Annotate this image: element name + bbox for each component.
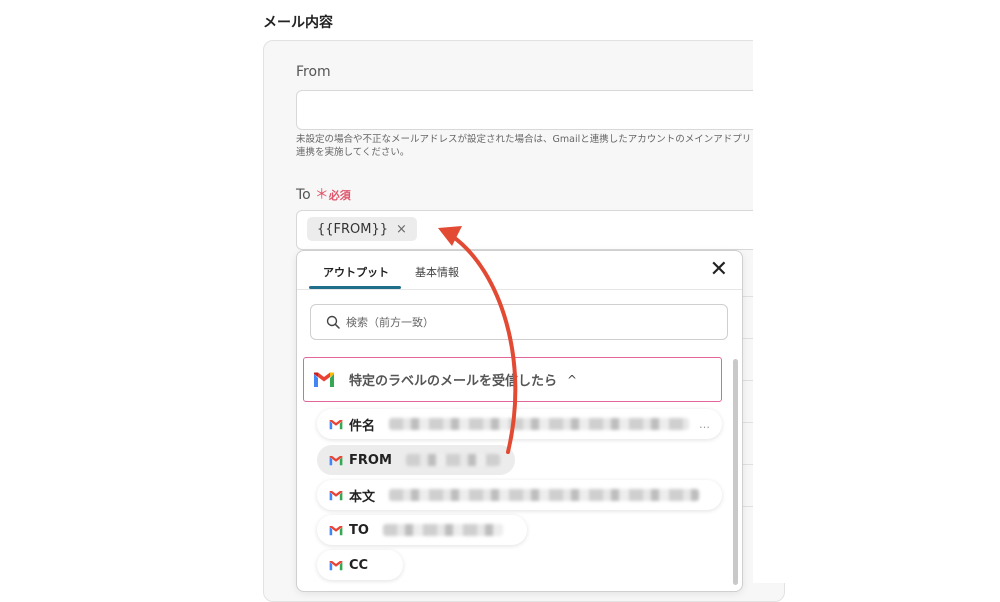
- blurred-value: [405, 454, 500, 466]
- blurred-value: [382, 524, 503, 536]
- blurred-value: [389, 418, 690, 430]
- search-input[interactable]: 検索（前方一致）: [310, 304, 728, 340]
- item-label: CC: [349, 557, 369, 573]
- search-placeholder: 検索（前方一致）: [346, 316, 434, 329]
- gmail-icon: [329, 490, 343, 500]
- required-asterisk: ＊: [314, 187, 329, 203]
- tab-output[interactable]: アウトプット: [323, 264, 389, 280]
- gmail-icon: [329, 419, 343, 429]
- crop-mask: [753, 0, 1000, 583]
- section-title: メール内容: [263, 15, 333, 31]
- group-header-gmail-trigger[interactable]: 特定のラベルのメールを受信したら ^: [303, 357, 722, 402]
- close-icon[interactable]: ✕: [710, 259, 728, 281]
- ellipsis: …: [699, 417, 711, 431]
- blurred-value: [389, 489, 700, 501]
- output-dropdown: アウトプット 基本情報 ✕ 検索（前方一致） 特定のラベルのメールを受信したら …: [296, 250, 743, 592]
- output-item-to[interactable]: TO: [317, 515, 527, 545]
- output-item-subject[interactable]: 件名 …: [317, 409, 722, 439]
- gmail-icon: [329, 525, 343, 535]
- to-chip-label: {{FROM}}: [317, 221, 389, 237]
- group-title: 特定のラベルのメールを受信したら: [349, 374, 558, 389]
- output-item-cc[interactable]: CC: [317, 550, 403, 580]
- chevron-up-icon[interactable]: ^: [567, 373, 577, 387]
- to-label-row: To ＊必須: [296, 184, 351, 204]
- scrollbar[interactable]: [733, 359, 738, 585]
- from-helper-text: 未設定の場合や不正なメールアドレスが設定された場合は、Gmailと連携したアカウ…: [296, 134, 752, 158]
- search-icon: [326, 315, 340, 329]
- required-badge: 必須: [328, 189, 351, 202]
- to-chip: {{FROM}} ×: [307, 217, 417, 241]
- from-label: From: [296, 64, 331, 80]
- gmail-icon: [329, 455, 343, 465]
- item-label: FROM: [349, 452, 392, 468]
- active-tab-indicator: [309, 286, 401, 289]
- item-label: 本文: [349, 489, 376, 505]
- from-input[interactable]: [296, 90, 768, 130]
- item-label: 件名: [349, 418, 376, 434]
- item-label: TO: [349, 522, 369, 538]
- output-item-from[interactable]: FROM: [317, 445, 515, 475]
- dropdown-tabs: アウトプット 基本情報 ✕: [297, 251, 742, 290]
- gmail-icon: [314, 372, 334, 387]
- output-item-body[interactable]: 本文: [317, 480, 722, 510]
- to-label: To: [296, 187, 311, 203]
- gmail-icon: [329, 560, 343, 570]
- tab-basic-info[interactable]: 基本情報: [415, 264, 459, 280]
- remove-chip-icon[interactable]: ×: [396, 222, 407, 237]
